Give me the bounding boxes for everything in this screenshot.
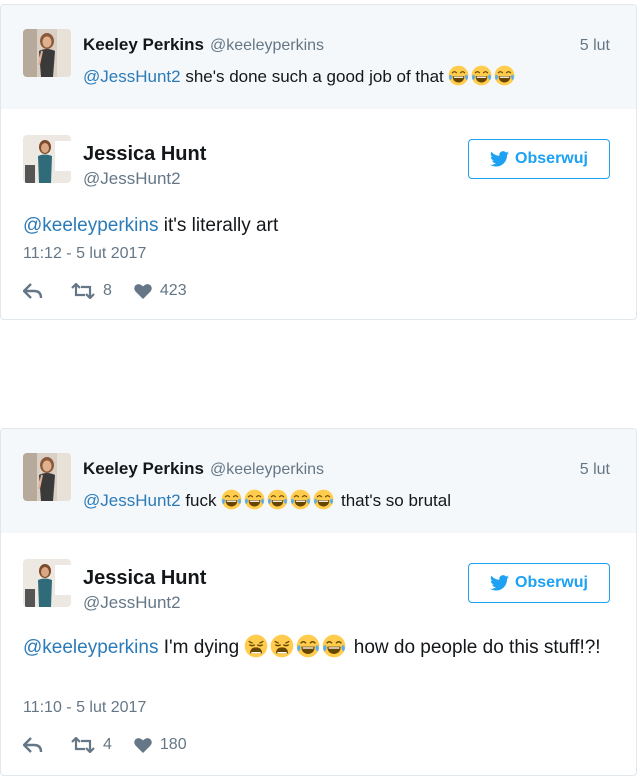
face-with-tears-of-joy-icon	[221, 489, 242, 510]
twitter-bird-icon	[490, 151, 510, 167]
face-with-tears-of-joy-icon	[494, 65, 515, 86]
parent-tweet[interactable]: Keeley Perkins @keeleyperkins 5 lut @Jess…	[1, 429, 636, 533]
heart-icon	[134, 284, 152, 299]
follow-button[interactable]: Obserwuj	[468, 139, 610, 179]
author-handle: @keeleyperkins	[209, 461, 325, 478]
parent-author[interactable]: Keeley Perkins @keeleyperkins	[83, 35, 324, 55]
parent-text: @JessHunt2 she's done such a good job of…	[83, 65, 517, 87]
tweet-timestamp[interactable]: 11:12 - 5 lut 2017	[23, 245, 146, 263]
avatar[interactable]	[23, 559, 71, 607]
mention-link[interactable]: @JessHunt2	[83, 491, 181, 510]
author-name: Keeley Perkins	[83, 35, 204, 54]
follow-button[interactable]: Obserwuj	[468, 563, 610, 603]
face-with-tears-of-joy-icon	[313, 489, 334, 510]
parent-text-body: she's done such a good job of that	[185, 67, 444, 86]
tweet-text-after: how do people do this stuff!?!	[353, 637, 601, 658]
like-count: 423	[159, 282, 187, 299]
author-handle[interactable]: @JessHunt2	[83, 593, 181, 613]
tweet-text-body: it's literally art	[163, 215, 279, 236]
parent-tweet[interactable]: Keeley Perkins @keeleyperkins 5 lut @Jess…	[1, 5, 636, 109]
retweet-button[interactable]: 8	[71, 282, 112, 300]
avatar[interactable]	[23, 453, 71, 501]
face-with-tears-of-joy-icon	[448, 65, 469, 86]
retweet-icon	[71, 283, 95, 299]
like-button[interactable]: 180	[134, 736, 187, 754]
retweet-icon	[71, 737, 95, 753]
tweet-card[interactable]: Keeley Perkins @keeleyperkins 5 lut @Jess…	[0, 4, 637, 320]
parent-text-after: that's so brutal	[340, 491, 451, 510]
face-with-tears-of-joy-icon	[267, 489, 288, 510]
author-name: Keeley Perkins	[83, 459, 204, 478]
reply-icon	[23, 737, 43, 753]
follow-label: Obserwuj	[515, 150, 588, 167]
weary-face-icon	[244, 634, 268, 658]
face-with-tears-of-joy-icon	[471, 65, 492, 86]
follow-label: Obserwuj	[515, 574, 588, 591]
like-button[interactable]: 423	[134, 282, 187, 300]
heart-icon	[134, 738, 152, 753]
parent-author[interactable]: Keeley Perkins @keeleyperkins	[83, 459, 324, 479]
weary-face-icon	[270, 634, 294, 658]
retweet-count: 4	[103, 736, 112, 753]
retweet-count: 8	[103, 282, 112, 299]
twitter-bird-icon	[490, 575, 510, 591]
mention-link[interactable]: @JessHunt2	[83, 67, 181, 86]
author-handle: @keeleyperkins	[209, 37, 325, 54]
face-with-tears-of-joy-icon	[296, 634, 320, 658]
avatar[interactable]	[23, 135, 71, 183]
tweet-actions: 8 423	[23, 279, 187, 303]
retweet-button[interactable]: 4	[71, 736, 112, 754]
parent-time[interactable]: 5 lut	[580, 461, 610, 479]
tweet-text-before: I'm dying	[163, 637, 240, 658]
tweet-card[interactable]: Keeley Perkins @keeleyperkins 5 lut @Jess…	[0, 428, 637, 776]
author-name[interactable]: Jessica Hunt	[83, 567, 206, 590]
mention-link[interactable]: @keeleyperkins	[23, 215, 158, 236]
author-name[interactable]: Jessica Hunt	[83, 143, 206, 166]
tweet-text: @keeleyperkins I'm dying how do people d…	[23, 633, 610, 663]
tweet-text: @keeleyperkins it's literally art	[23, 211, 610, 241]
author-handle[interactable]: @JessHunt2	[83, 169, 181, 189]
parent-text: @JessHunt2 fuck that's so brutal	[83, 489, 451, 511]
face-with-tears-of-joy-icon	[290, 489, 311, 510]
tweet-actions: 4 180	[23, 733, 187, 757]
reply-button[interactable]	[23, 737, 43, 753]
face-with-tears-of-joy-icon	[322, 634, 346, 658]
like-count: 180	[159, 736, 187, 753]
face-with-tears-of-joy-icon	[244, 489, 265, 510]
avatar[interactable]	[23, 29, 71, 77]
reply-icon	[23, 283, 43, 299]
parent-time[interactable]: 5 lut	[580, 37, 610, 55]
mention-link[interactable]: @keeleyperkins	[23, 637, 158, 658]
reply-button[interactable]	[23, 283, 43, 299]
tweet-timestamp[interactable]: 11:10 - 5 lut 2017	[23, 699, 146, 717]
parent-text-before: fuck	[185, 491, 217, 510]
